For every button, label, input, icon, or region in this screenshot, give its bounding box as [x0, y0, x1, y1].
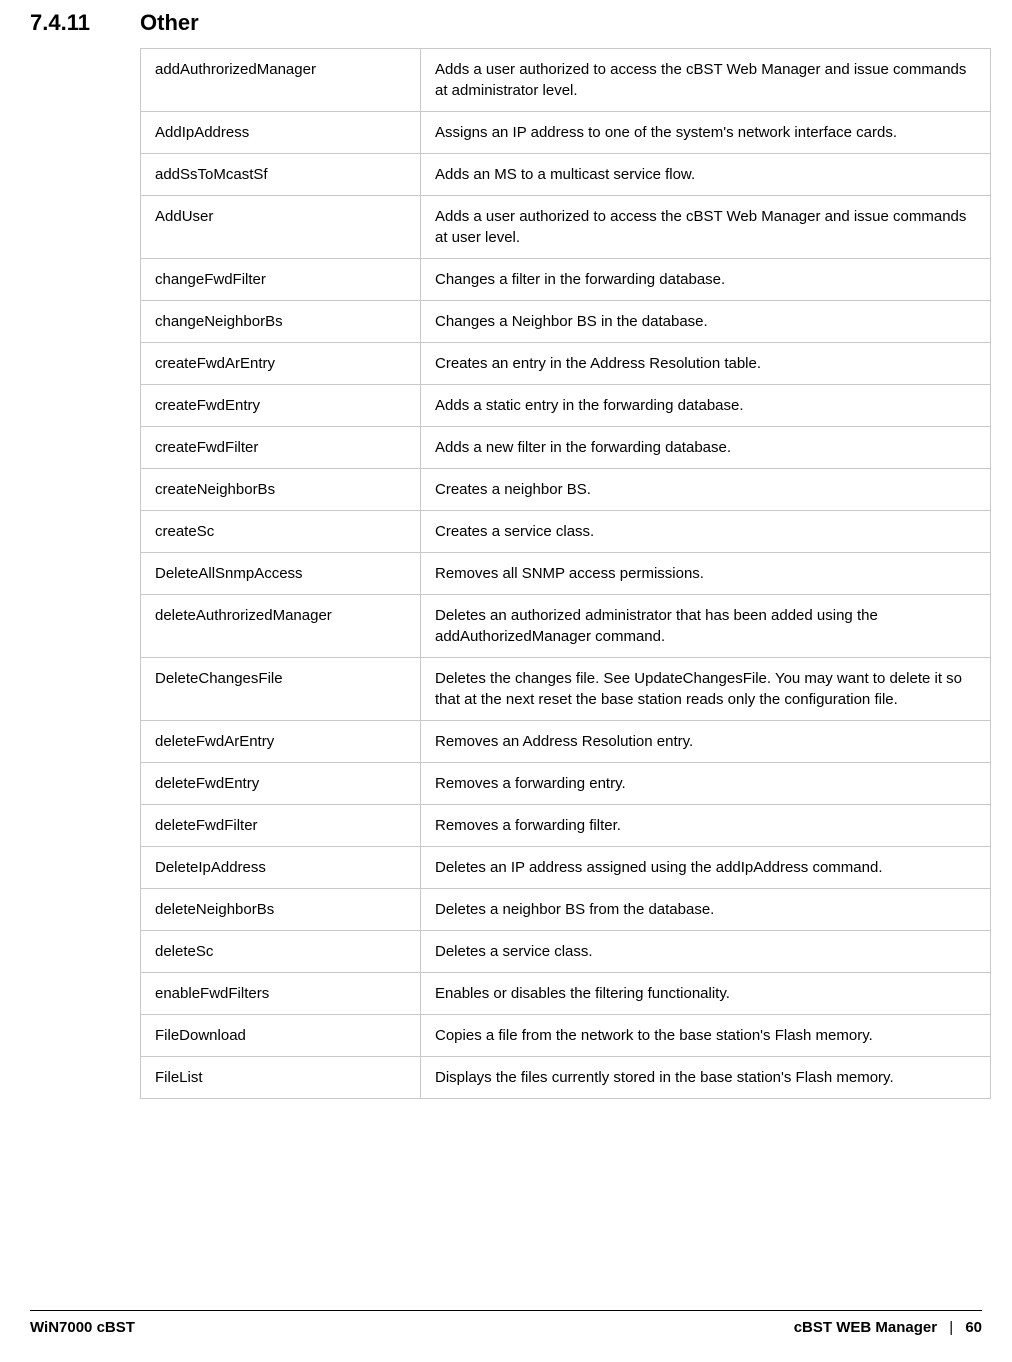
footer-manager-label: cBST WEB Manager: [794, 1319, 937, 1336]
table-row: createScCreates a service class.: [141, 511, 991, 553]
command-description: Creates an entry in the Address Resoluti…: [421, 343, 991, 385]
command-description: Deletes an authorized administrator that…: [421, 595, 991, 658]
table-row: deleteFwdFilterRemoves a forwarding filt…: [141, 805, 991, 847]
command-description: Removes an Address Resolution entry.: [421, 721, 991, 763]
section-number: 7.4.11: [30, 10, 140, 36]
table-row: AddUserAdds a user authorized to access …: [141, 196, 991, 259]
command-description: Enables or disables the filtering functi…: [421, 973, 991, 1015]
command-description: Adds a user authorized to access the cBS…: [421, 196, 991, 259]
table-row: changeFwdFilterChanges a filter in the f…: [141, 259, 991, 301]
command-name: enableFwdFilters: [141, 973, 421, 1015]
command-description: Adds a user authorized to access the cBS…: [421, 49, 991, 112]
table-row: deleteFwdEntryRemoves a forwarding entry…: [141, 763, 991, 805]
table-row: addSsToMcastSfAdds an MS to a multicast …: [141, 154, 991, 196]
page-footer: WiN7000 cBST cBST WEB Manager | 60: [30, 1310, 982, 1336]
command-name: DeleteIpAddress: [141, 847, 421, 889]
table-row: AddIpAddressAssigns an IP address to one…: [141, 112, 991, 154]
command-description: Changes a Neighbor BS in the database.: [421, 301, 991, 343]
table-row: createFwdEntryAdds a static entry in the…: [141, 385, 991, 427]
table-row: deleteFwdArEntryRemoves an Address Resol…: [141, 721, 991, 763]
table-row: FileListDisplays the files currently sto…: [141, 1057, 991, 1099]
command-name: deleteFwdEntry: [141, 763, 421, 805]
table-row: deleteAuthrorizedManagerDeletes an autho…: [141, 595, 991, 658]
command-name: deleteSc: [141, 931, 421, 973]
command-name: addSsToMcastSf: [141, 154, 421, 196]
command-description: Deletes the changes file. See UpdateChan…: [421, 658, 991, 721]
command-name: createFwdFilter: [141, 427, 421, 469]
table-row: createFwdFilterAdds a new filter in the …: [141, 427, 991, 469]
command-description: Assigns an IP address to one of the syst…: [421, 112, 991, 154]
command-name: deleteFwdFilter: [141, 805, 421, 847]
command-description: Creates a neighbor BS.: [421, 469, 991, 511]
table-row: DeleteChangesFileDeletes the changes fil…: [141, 658, 991, 721]
footer-separator: |: [949, 1319, 953, 1336]
table-row: addAuthrorizedManagerAdds a user authori…: [141, 49, 991, 112]
command-name: AddUser: [141, 196, 421, 259]
command-table: addAuthrorizedManagerAdds a user authori…: [140, 48, 991, 1099]
command-name: addAuthrorizedManager: [141, 49, 421, 112]
command-description: Deletes a neighbor BS from the database.: [421, 889, 991, 931]
command-description: Removes a forwarding entry.: [421, 763, 991, 805]
command-name: createFwdEntry: [141, 385, 421, 427]
command-name: FileDownload: [141, 1015, 421, 1057]
table-row: createNeighborBsCreates a neighbor BS.: [141, 469, 991, 511]
command-name: deleteFwdArEntry: [141, 721, 421, 763]
table-row: deleteScDeletes a service class.: [141, 931, 991, 973]
footer-product-name: WiN7000 cBST: [30, 1319, 135, 1336]
command-name: DeleteChangesFile: [141, 658, 421, 721]
command-name: changeNeighborBs: [141, 301, 421, 343]
command-description: Deletes a service class.: [421, 931, 991, 973]
command-name: FileList: [141, 1057, 421, 1099]
command-description: Copies a file from the network to the ba…: [421, 1015, 991, 1057]
command-name: AddIpAddress: [141, 112, 421, 154]
command-description: Changes a filter in the forwarding datab…: [421, 259, 991, 301]
command-name: deleteNeighborBs: [141, 889, 421, 931]
command-description: Deletes an IP address assigned using the…: [421, 847, 991, 889]
section-header: 7.4.11 Other: [30, 10, 982, 36]
command-description: Adds a static entry in the forwarding da…: [421, 385, 991, 427]
command-description: Adds a new filter in the forwarding data…: [421, 427, 991, 469]
table-row: deleteNeighborBsDeletes a neighbor BS fr…: [141, 889, 991, 931]
page-content: 7.4.11 Other addAuthrorizedManagerAdds a…: [0, 0, 1012, 1099]
command-name: DeleteAllSnmpAccess: [141, 553, 421, 595]
table-row: FileDownloadCopies a file from the netwo…: [141, 1015, 991, 1057]
command-description: Creates a service class.: [421, 511, 991, 553]
table-row: enableFwdFiltersEnables or disables the …: [141, 973, 991, 1015]
command-name: createFwdArEntry: [141, 343, 421, 385]
table-row: DeleteIpAddressDeletes an IP address ass…: [141, 847, 991, 889]
footer-page-number: 60: [965, 1319, 982, 1336]
command-description: Removes a forwarding filter.: [421, 805, 991, 847]
footer-right: cBST WEB Manager | 60: [794, 1319, 982, 1336]
table-row: createFwdArEntryCreates an entry in the …: [141, 343, 991, 385]
command-description: Adds an MS to a multicast service flow.: [421, 154, 991, 196]
command-description: Removes all SNMP access permissions.: [421, 553, 991, 595]
command-description: Displays the files currently stored in t…: [421, 1057, 991, 1099]
command-name: createSc: [141, 511, 421, 553]
section-title: Other: [140, 10, 199, 36]
command-name: deleteAuthrorizedManager: [141, 595, 421, 658]
command-name: changeFwdFilter: [141, 259, 421, 301]
table-row: DeleteAllSnmpAccessRemoves all SNMP acce…: [141, 553, 991, 595]
table-row: changeNeighborBsChanges a Neighbor BS in…: [141, 301, 991, 343]
command-name: createNeighborBs: [141, 469, 421, 511]
